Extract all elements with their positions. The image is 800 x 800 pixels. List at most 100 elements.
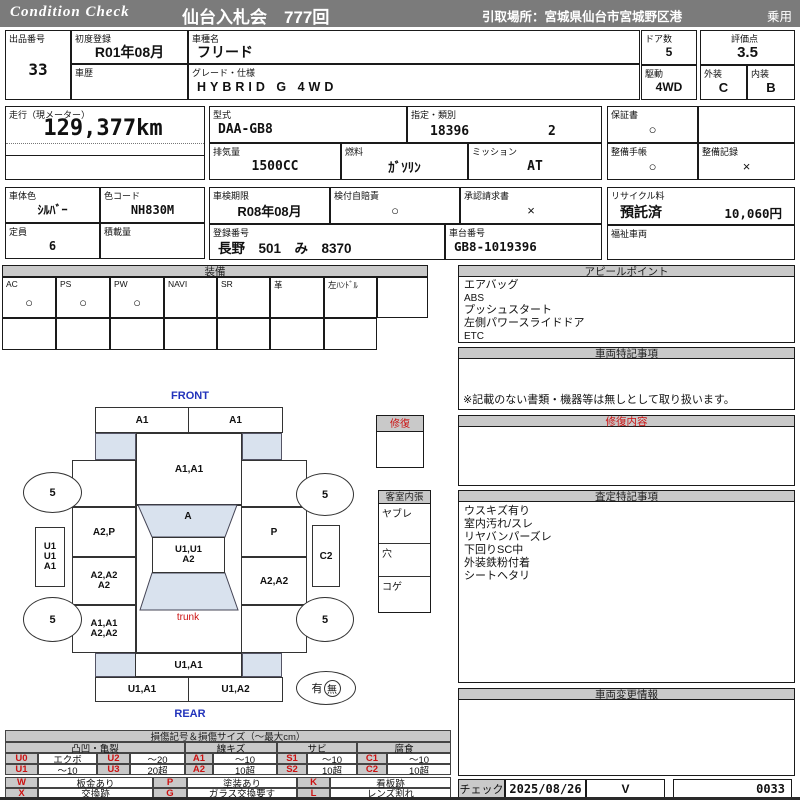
repair-details-title: 修復内容 (458, 415, 795, 428)
equipment-empty-cell (164, 318, 217, 350)
pickup-location: 引取場所：宮城県仙台市宮城野区港 (482, 10, 683, 24)
appeal-points-title: アピールポイント (458, 265, 795, 278)
class-box: 指定・類別 18396 2 (407, 106, 602, 143)
diagram-rear-label: REAR (174, 708, 206, 720)
inspection-value: R08年08月 (237, 203, 302, 219)
diagram-left-sill: U1 U1 A1 (35, 527, 65, 587)
capacity-value: 6 (48, 238, 57, 253)
class-number: 18396 (430, 124, 470, 139)
diagram-right-sill: C2 (312, 525, 340, 587)
interior-grade-box: 内装 B (747, 65, 795, 100)
check-date-cell: 2025/08/26 (505, 779, 586, 798)
first-registration-value: R01年08月 (94, 43, 165, 60)
warranty-value: ○ (648, 121, 657, 137)
warranty-spare-box (698, 106, 795, 143)
vehicle-notes-panel: 車両特記事項 ※記載のない書類・機器等は無しとして取り扱います。 (458, 347, 795, 410)
diagram-roof: U1,U1 A2 (152, 537, 225, 573)
cabin-interior-row-burn: コゲ (382, 582, 402, 593)
equipment-value: ○ (79, 294, 87, 310)
legend-group-scratch: 線キズ (185, 742, 277, 755)
equipment-value (218, 287, 269, 317)
equipment-value: ○ (133, 294, 141, 310)
equipment-value (271, 287, 323, 317)
diagram-rear-gate: U1,A1 (135, 653, 242, 677)
transmission-box: ミッション AT (468, 143, 602, 180)
repair-mark-box: 修復 (376, 415, 424, 468)
legend-size: 10超 (213, 764, 277, 777)
diagram-windshield: A (184, 511, 192, 522)
diagram-wheel-rear-right: 5 (296, 597, 354, 642)
assessment-line: 室内汚れ/スレ (464, 518, 534, 530)
exterior-grade-box: 外装 C (700, 65, 747, 100)
repair-history-yes: 有 (311, 683, 323, 695)
change-info-title: 車両変更情報 (458, 688, 795, 701)
recycle-status: 預託済 (620, 204, 662, 220)
diagram-trunk-label: trunk (176, 612, 200, 623)
vehicle-notes-title: 車両特記事項 (458, 347, 795, 360)
brand-logo: Condition Check (10, 4, 130, 20)
equipment-empty-cell (217, 318, 270, 350)
service-record-box: 整備記録 × (698, 143, 795, 180)
cabin-interior-row-tear: ヤブレ (379, 504, 430, 544)
registration-number-box: 登録番号 長野 501 み 8370 (209, 224, 445, 260)
change-info-panel: 車両変更情報 (458, 688, 795, 776)
sheet-number-cell: 0033 (673, 779, 792, 798)
history-label: 車歴 (75, 68, 94, 78)
legend-size: 20超 (130, 764, 185, 777)
header-bar: Condition Check 仙台入札会 777回 引取場所：宮城県仙台市宮城… (0, 0, 800, 27)
legend-code: W (5, 777, 38, 788)
body-color-box: 車体色 ｼﾙﾊﾞｰ (5, 187, 100, 223)
appeal-line: エアバッグ (464, 279, 519, 291)
color-code-box: 色コード NH830M (100, 187, 205, 223)
repair-history-no-circled: 無 (323, 679, 341, 697)
service-book-value: ○ (648, 158, 657, 174)
exterior-grade-value: C (718, 79, 729, 95)
equipment-cell-extra (377, 277, 428, 318)
rear-window-shape (139, 572, 239, 611)
diagram-right-slide-door: A2,A2 (241, 557, 307, 605)
legend-code: U1 (5, 764, 38, 775)
appeal-points-panel: アピールポイント エアバッグ ABS プッシュスタート 左側パワースライドドア … (458, 265, 795, 343)
diagram-rear-corner-right (242, 653, 282, 677)
assessment-line: ウスキズ有り (464, 505, 530, 517)
diagram-left-slide-door: A2,A2 A2 (72, 557, 136, 605)
check-label-cell: チェック (458, 779, 505, 798)
transmission-value: AT (527, 158, 543, 174)
equipment-title: 装備 (2, 265, 428, 278)
repair-mark-title: 修復 (376, 415, 424, 432)
condition-check-sheet: Condition Check 仙台入札会 777回 引取場所：宮城県仙台市宮城… (0, 0, 800, 800)
first-registration-box: 初度登録 R01年08月 (71, 30, 188, 64)
diagram-left-front-door: A2,P (72, 507, 136, 557)
doors-value: 5 (665, 45, 673, 59)
drive-box: 駆動 4WD (641, 65, 697, 100)
equipment-cell-lhd: 左ﾊﾝﾄﾞﾙ (324, 277, 377, 318)
model-code-box: 型式 DAA-GB8 (209, 106, 407, 143)
equipment-cell-pw: PW ○ (110, 277, 164, 318)
cabin-interior-title: 客室内張 (378, 490, 431, 504)
score-value: 3.5 (737, 43, 758, 61)
grade-value: HYBRID G 4WD (197, 79, 338, 94)
inspection-box: 車検期限 R08年08月 (209, 187, 330, 224)
equipment-value (165, 287, 216, 317)
legend-code: K (297, 777, 330, 788)
diagram-wheel-rear-left: 5 (23, 597, 82, 642)
equipment-empty-cell (324, 318, 377, 350)
chassis-number-value: GB8-1019396 (454, 239, 537, 254)
class-sub-number: 2 (548, 124, 556, 139)
registration-number-value: 長野 501 み 8370 (218, 240, 352, 256)
model-name-box: 車種名 フリード (188, 30, 640, 64)
model-name-value: フリード (197, 43, 253, 60)
displacement-value: 1500CC (251, 158, 299, 174)
repair-details-panel: 修復内容 (458, 415, 795, 486)
mileage-box: 走行（現メーター） 129,377km (5, 106, 205, 180)
drive-value: 4WD (655, 80, 683, 94)
approval-box: 承認請求書 × (460, 187, 602, 224)
equipment-cell-ps: PS ○ (56, 277, 110, 318)
legend-code: P (153, 777, 187, 788)
diagram-wheel-front-right: 5 (296, 473, 354, 516)
welfare-vehicle-label: 福祉車両 (611, 229, 648, 239)
legend-size: ～10 (38, 764, 97, 777)
legend-code: A2 (185, 764, 213, 775)
interior-grade-value: B (766, 79, 776, 95)
assessment-line: リヤバンパーズレ (464, 531, 552, 543)
